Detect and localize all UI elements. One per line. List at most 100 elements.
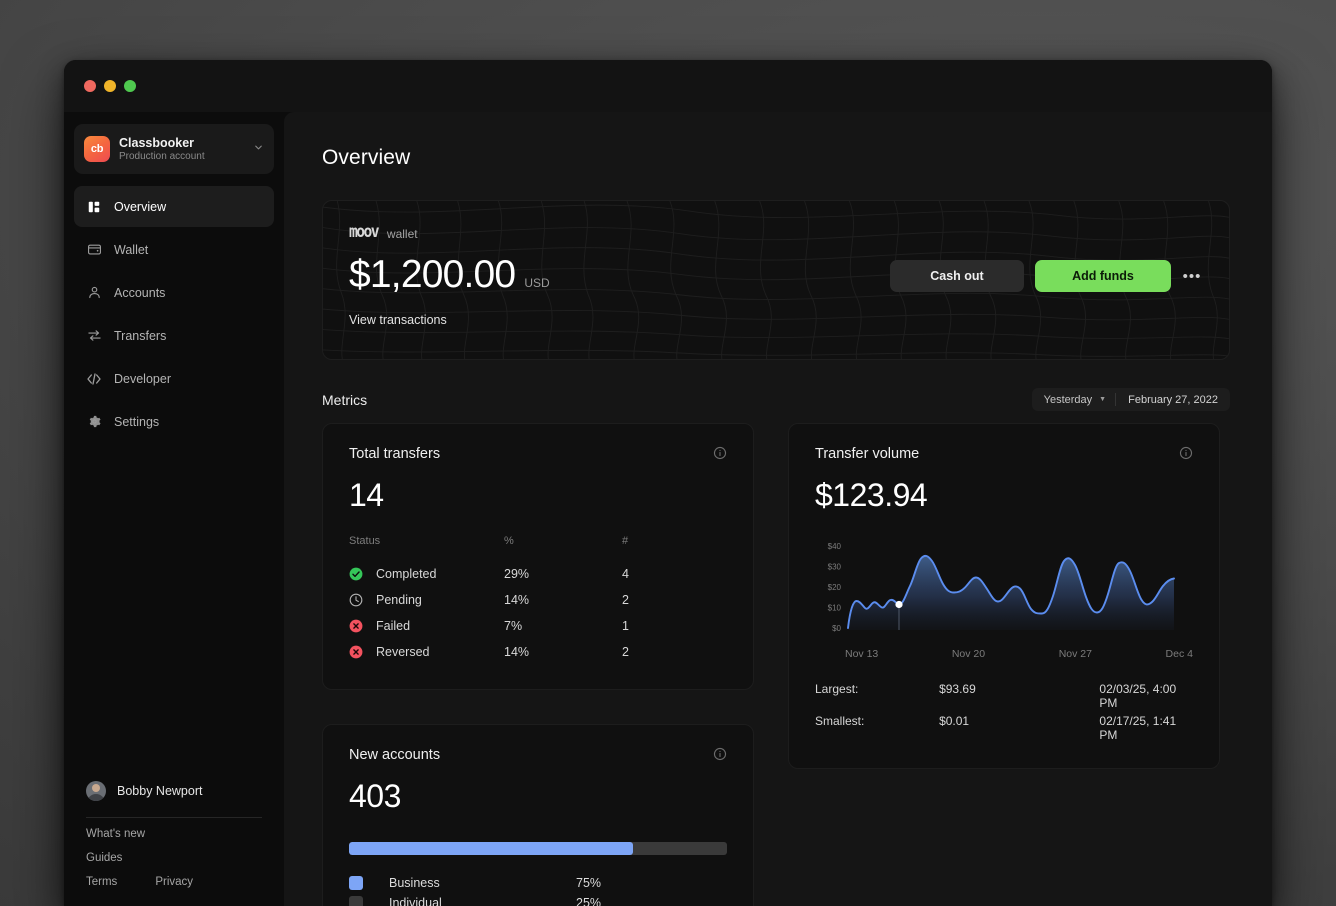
dashboard-icon (86, 199, 102, 215)
transfers-icon (86, 328, 102, 344)
card-title: Total transfers (349, 446, 441, 462)
moov-logo: moov (349, 222, 380, 242)
sidebar-item-label: Accounts (114, 285, 166, 300)
metrics-header: Metrics Yesterday ▼ February 27, 2022 (322, 388, 1230, 411)
info-icon[interactable] (713, 747, 727, 766)
page-title: Overview (322, 146, 411, 169)
check-circle-icon (349, 567, 363, 581)
stat-row-smallest: Smallest: $0.01 02/17/25, 1:41 PM (815, 712, 1193, 744)
legend-value: 25% (576, 896, 602, 906)
status-label: Reversed (376, 645, 430, 659)
status-cell: Reversed (349, 639, 504, 665)
gear-icon (86, 414, 102, 430)
accounts-progress-fill (349, 842, 633, 855)
legend-label: Business (389, 876, 440, 890)
sidebar-item-wallet[interactable]: Wallet (74, 229, 274, 270)
transfer-volume-chart: $40 $30 $20 $10 $0 Nov 13 Nov 20 Nov 27 … (815, 539, 1193, 660)
footer-link-privacy[interactable]: Privacy (143, 870, 193, 894)
chart-marker-point[interactable] (895, 600, 903, 609)
avatar (86, 781, 106, 801)
footer-link-guides[interactable]: Guides (74, 846, 274, 870)
stat-time: 02/17/25, 1:41 PM (1099, 714, 1177, 742)
status-label: Failed (376, 619, 411, 633)
sidebar-item-label: Settings (114, 414, 160, 429)
sidebar-item-accounts[interactable]: Accounts (74, 272, 274, 313)
maximize-window-button[interactable] (124, 80, 136, 92)
chevron-down-icon: ▼ (1099, 396, 1107, 403)
x-circle-icon (349, 619, 363, 633)
status-count: 2 (622, 645, 629, 659)
y-tick-0: $0 (832, 624, 841, 633)
sidebar-item-overview[interactable]: Overview (74, 186, 274, 227)
area-chart-svg: $40 $30 $20 $10 $0 (828, 542, 1175, 633)
stat-label: Largest: (815, 682, 859, 696)
legend-label: Individual (389, 896, 442, 906)
sidebar-item-label: Overview (114, 199, 167, 214)
y-tick-40: $40 (828, 542, 842, 551)
cash-out-button[interactable]: Cash out (890, 260, 1024, 292)
wallet-card: moov wallet $1,200.00 USD View transacti… (322, 200, 1230, 360)
status-percent: 29% (504, 567, 530, 581)
metrics-column-right: Transfer volume $123.94 $40 $30 $20 $10 … (788, 423, 1220, 769)
new-accounts-card: New accounts 403 Business 75% Individual… (322, 724, 754, 906)
total-transfers-card: Total transfers 14 Status % # Completed … (322, 423, 754, 690)
status-label: Pending (376, 593, 422, 607)
main-content: Overview moov wallet $1,200.00 USD View … (284, 112, 1272, 906)
table-header-row: Status % # (349, 535, 727, 561)
sidebar-item-developer[interactable]: Developer (74, 358, 274, 399)
status-count: 4 (622, 567, 629, 581)
status-count: 1 (622, 619, 629, 633)
table-row: Pending 14% 2 (349, 587, 727, 613)
new-accounts-value: 403 (349, 778, 401, 814)
sidebar-item-settings[interactable]: Settings (74, 401, 274, 442)
code-icon (86, 371, 102, 387)
card-header: Total transfers (349, 446, 727, 465)
area-fill (848, 555, 1174, 630)
x-tick: Nov 20 (951, 648, 986, 660)
info-icon[interactable] (713, 446, 727, 465)
accounts-legend: Business 75% Individual 25% (349, 873, 727, 906)
stat-amount: $0.01 (939, 714, 970, 728)
chart-plot-area (847, 554, 1175, 630)
wallet-actions: Cash out Add funds ••• (890, 260, 1205, 292)
y-tick-20: $20 (828, 583, 842, 592)
account-switcher[interactable]: cb Classbooker Production account (74, 124, 274, 174)
sidebar-footer: Bobby Newport What's new Guides Terms Pr… (74, 774, 274, 906)
footer-link-whats-new[interactable]: What's new (74, 822, 274, 846)
metrics-column-left: Total transfers 14 Status % # Completed … (322, 423, 754, 906)
date-range-value: Yesterday (1043, 393, 1093, 406)
sidebar-item-label: Wallet (114, 242, 149, 257)
view-transactions-link[interactable]: View transactions (349, 313, 447, 327)
wallet-brand-suffix: wallet (386, 227, 418, 241)
info-icon[interactable] (1179, 446, 1193, 465)
app-window: cb Classbooker Production account Overvi… (64, 60, 1272, 906)
status-percent: 7% (504, 619, 523, 633)
total-transfers-value: 14 (349, 477, 384, 513)
date-range-select[interactable]: Yesterday ▼ (1032, 388, 1115, 411)
user-name: Bobby Newport (117, 784, 203, 798)
sidebar-item-transfers[interactable]: Transfers (74, 315, 274, 356)
account-name: Classbooker (119, 135, 195, 150)
window-body: cb Classbooker Production account Overvi… (64, 112, 1272, 906)
transfer-volume-card: Transfer volume $123.94 $40 $30 $20 $10 … (788, 423, 1220, 769)
legend-value: 75% (576, 876, 602, 890)
sidebar-item-label: Transfers (114, 328, 167, 343)
minimize-window-button[interactable] (104, 80, 116, 92)
table-row: Reversed 14% 2 (349, 639, 727, 665)
desktop-backdrop: cb Classbooker Production account Overvi… (0, 0, 1336, 906)
status-cell: Failed (349, 613, 504, 639)
footer-divider (86, 817, 262, 818)
date-picker-value[interactable]: February 27, 2022 (1116, 394, 1230, 406)
card-title: Transfer volume (815, 446, 920, 462)
chart-x-axis: Nov 13 Nov 20 Nov 27 Dec 4 (815, 648, 1193, 660)
footer-link-terms[interactable]: Terms (74, 870, 117, 894)
user-profile-row[interactable]: Bobby Newport (74, 774, 274, 808)
wallet-more-options-button[interactable]: ••• (1179, 263, 1205, 289)
add-funds-button[interactable]: Add funds (1035, 260, 1171, 292)
x-tick: Dec 4 (1165, 648, 1193, 660)
legend-swatch (349, 896, 363, 906)
status-cell: Pending (349, 587, 504, 613)
y-tick-10: $10 (828, 604, 842, 613)
close-window-button[interactable] (84, 80, 96, 92)
sidebar-item-label: Developer (114, 371, 171, 386)
